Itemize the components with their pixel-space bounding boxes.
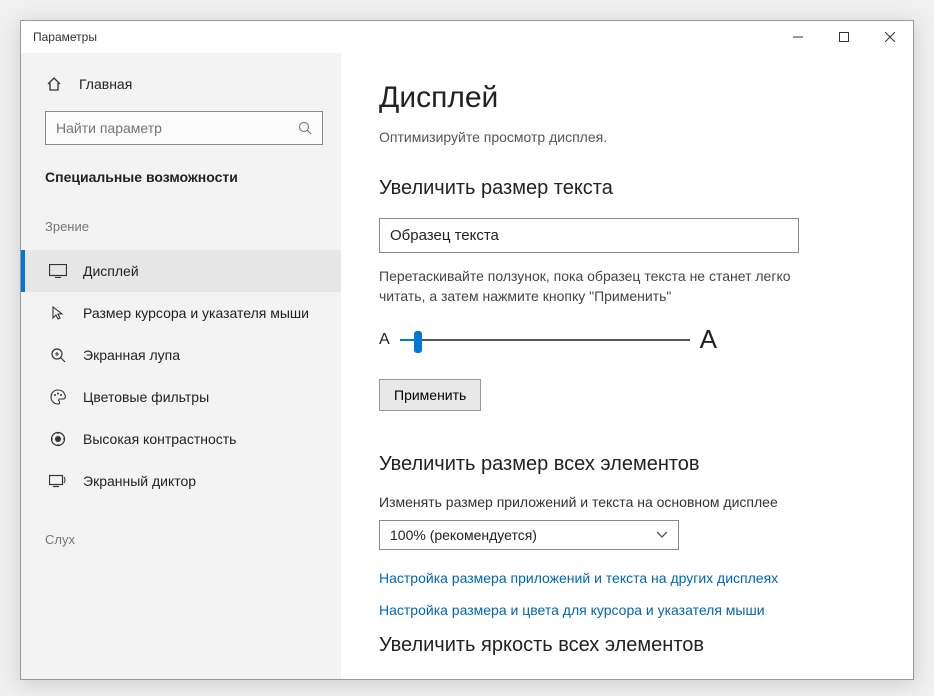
nav-item-magnifier[interactable]: Экранная лупа [21,334,341,376]
group-vision-label: Зрение [21,213,341,240]
contrast-icon [49,430,67,448]
link-cursor-settings[interactable]: Настройка размера и цвета для курсора и … [379,602,875,618]
text-size-heading: Увеличить размер текста [379,177,875,200]
display-icon [49,262,67,280]
page-subtitle: Оптимизируйте просмотр дисплея. [379,129,875,145]
cursor-icon [49,304,67,322]
narrator-icon [49,472,67,490]
window-title: Параметры [33,30,97,44]
nav-label: Экранный диктор [83,473,196,489]
nav-item-display[interactable]: Дисплей [21,250,341,292]
scale-dropdown[interactable]: 100% (рекомендуется) [379,520,679,550]
chevron-down-icon [656,531,668,539]
scale-label: Изменять размер приложений и текста на о… [379,494,875,510]
maximize-icon [839,32,849,42]
slider-min-label: A [379,331,390,349]
slider-help-text: Перетаскивайте ползунок, пока образец те… [379,267,829,306]
main-panel: Дисплей Оптимизируйте просмотр дисплея. … [341,53,913,679]
dropdown-value: 100% (рекомендуется) [390,527,537,543]
home-icon [45,75,63,93]
palette-icon [49,388,67,406]
home-label: Главная [79,76,132,92]
slider-thumb[interactable] [414,331,422,353]
search-input[interactable] [56,120,298,136]
everything-heading: Увеличить размер всех элементов [379,453,875,476]
maximize-button[interactable] [821,21,867,53]
nav-label: Высокая контрастность [83,431,236,447]
page-title: Дисплей [379,81,875,115]
nav-item-high-contrast[interactable]: Высокая контрастность [21,418,341,460]
window-titlebar: Параметры [21,21,913,53]
apply-button[interactable]: Применить [379,379,481,411]
group-hearing-label: Слух [21,526,341,553]
nav-label: Цветовые фильтры [83,389,209,405]
content-area: Главная Специальные возможности Зрение Д… [21,53,913,679]
magnifier-icon [49,346,67,364]
nav-label: Дисплей [83,263,139,279]
search-box[interactable] [45,111,323,145]
home-link[interactable]: Главная [21,67,341,101]
nav-label: Размер курсора и указателя мыши [83,305,309,321]
slider-track-line [400,339,690,341]
window-controls [775,21,913,53]
nav-label: Экранная лупа [83,347,180,363]
sample-text-box: Образец текста [379,218,799,253]
search-icon [298,121,312,135]
nav-item-cursor[interactable]: Размер курсора и указателя мыши [21,292,341,334]
settings-window: Параметры Главная [20,20,914,680]
link-other-displays[interactable]: Настройка размера приложений и текста на… [379,570,875,586]
minimize-icon [793,32,803,42]
close-icon [885,32,895,42]
slider-max-label: A [700,324,717,355]
sidebar: Главная Специальные возможности Зрение Д… [21,53,341,679]
nav-item-narrator[interactable]: Экранный диктор [21,460,341,502]
text-size-slider[interactable] [400,330,690,350]
minimize-button[interactable] [775,21,821,53]
close-button[interactable] [867,21,913,53]
text-size-slider-row: A A [379,324,875,355]
brightness-heading: Увеличить яркость всех элементов [379,634,875,657]
nav-item-color-filters[interactable]: Цветовые фильтры [21,376,341,418]
category-title: Специальные возможности [21,163,341,191]
